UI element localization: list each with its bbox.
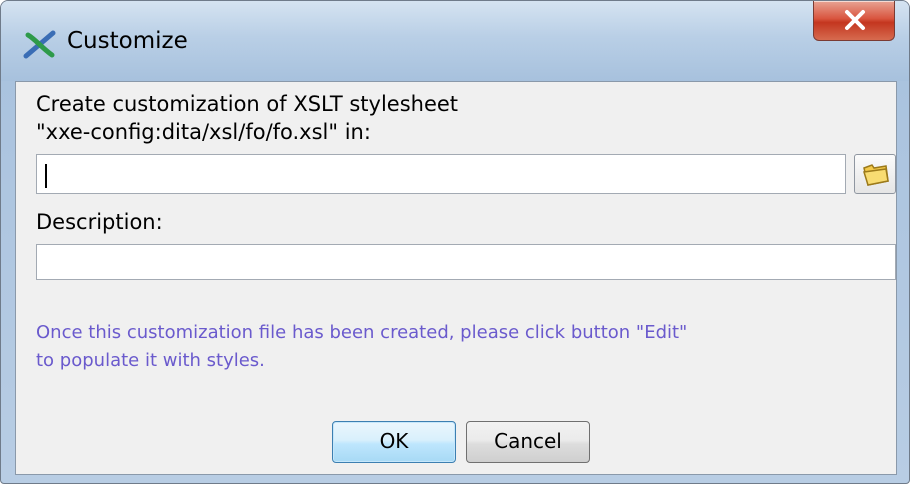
- note-line2: to populate it with styles.: [36, 350, 265, 371]
- description-input[interactable]: [36, 244, 896, 280]
- create-label-line1: Create customization of XSLT stylesheet: [36, 92, 459, 116]
- note-line1: Once this customization file has been cr…: [36, 322, 688, 343]
- cancel-button[interactable]: Cancel: [466, 421, 590, 463]
- description-label: Description:: [36, 210, 163, 234]
- close-button[interactable]: [813, 1, 895, 41]
- customize-dialog: Customize Create customization of XSLT s…: [0, 0, 910, 484]
- folder-icon: [863, 164, 889, 186]
- ok-button[interactable]: OK: [332, 421, 456, 463]
- dialog-content: Create customization of XSLT stylesheet …: [15, 81, 897, 475]
- location-input[interactable]: [36, 154, 846, 194]
- browse-button[interactable]: [854, 154, 896, 194]
- create-label-line2: "xxe-config:dita/xsl/fo/fo.xsl" in:: [36, 120, 371, 144]
- window-title: Customize: [67, 28, 188, 54]
- xxe-cross-icon: [23, 29, 57, 59]
- title-bar[interactable]: Customize: [1, 1, 909, 81]
- close-x-icon: [845, 10, 865, 30]
- text-caret: [45, 164, 47, 188]
